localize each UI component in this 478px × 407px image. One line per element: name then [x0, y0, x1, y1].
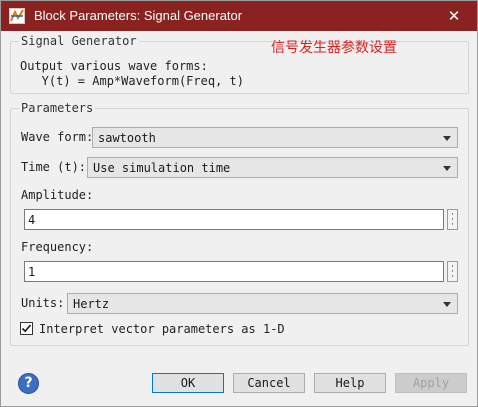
dropdown-arrow-icon [443, 302, 451, 307]
wave-form-label: Wave form: [21, 130, 94, 144]
parameters-legend: Parameters [21, 101, 94, 115]
time-label: Time (t): [21, 160, 87, 174]
units-label: Units: [21, 296, 65, 310]
description-line-2: Y(t) = Amp*Waveform(Freq, t) [20, 74, 244, 88]
description-line-1: Output various wave forms: [20, 59, 208, 73]
frequency-label: Frequency: [21, 240, 94, 254]
time-dropdown[interactable]: Use simulation time [87, 157, 458, 178]
dropdown-arrow-icon [443, 166, 451, 171]
checkmark-icon [21, 324, 32, 333]
dropdown-arrow-icon [443, 136, 451, 141]
cancel-button[interactable]: Cancel [233, 373, 305, 393]
help-question-icon[interactable]: ? [18, 373, 39, 394]
annotation-note: 信号发生器参数设置 [271, 40, 397, 56]
amplitude-label: Amplitude: [21, 188, 94, 202]
ok-button[interactable]: OK [152, 373, 224, 393]
description-legend: Signal Generator [21, 34, 137, 48]
interpret-vector-checkbox[interactable] [20, 322, 33, 335]
wave-form-dropdown[interactable]: sawtooth [92, 127, 458, 148]
wave-form-value: sawtooth [98, 131, 156, 145]
window-title: Block Parameters: Signal Generator [34, 8, 243, 23]
frequency-input[interactable] [24, 261, 444, 282]
dialog-window: Block Parameters: Signal Generator ✕ Sig… [0, 0, 478, 407]
close-icon[interactable]: ✕ [439, 4, 469, 28]
more-dots-icon[interactable]: · · · [447, 209, 458, 230]
simulink-block-icon [9, 8, 25, 24]
time-value: Use simulation time [93, 161, 231, 175]
more-dots-icon[interactable]: · · · [447, 261, 458, 282]
block-description: Output various wave forms: Y(t) = Amp*Wa… [20, 59, 244, 89]
interpret-vector-label: Interpret vector parameters as 1-D [39, 322, 285, 336]
title-bar[interactable]: Block Parameters: Signal Generator ✕ [1, 1, 477, 31]
apply-button[interactable]: Apply [395, 373, 467, 393]
amplitude-input[interactable] [24, 209, 444, 230]
help-button[interactable]: Help [314, 373, 386, 393]
units-value: Hertz [73, 297, 110, 311]
units-dropdown[interactable]: Hertz [67, 293, 458, 314]
